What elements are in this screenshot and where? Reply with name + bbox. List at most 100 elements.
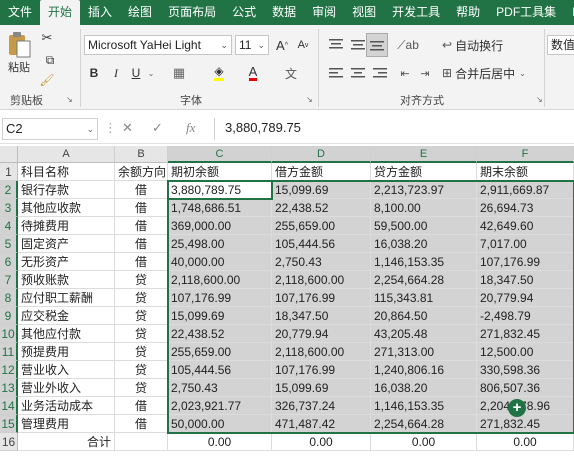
cell[interactable]: 0.00 — [477, 433, 574, 451]
cell[interactable]: 18,347.50 — [477, 271, 574, 289]
cell[interactable]: 59,500.00 — [371, 217, 477, 235]
cell[interactable]: 107,176.99 — [272, 289, 371, 307]
format-painter-button[interactable]: 🖌 — [38, 71, 56, 89]
ribbon-tab[interactable]: 文件 — [0, 0, 40, 25]
column-header-b[interactable]: B — [115, 146, 168, 163]
cell[interactable]: 借 — [115, 253, 168, 271]
cell[interactable]: 贷 — [115, 361, 168, 379]
row-header[interactable]: 3 — [0, 199, 18, 217]
formula-input[interactable]: 3,880,789.75 — [214, 118, 572, 140]
cell[interactable]: 营业外收入 — [18, 379, 115, 397]
cell[interactable]: 255,659.00 — [168, 343, 272, 361]
cell[interactable]: 471,487.42 — [272, 415, 371, 433]
fill-color-button[interactable]: ◈ — [206, 63, 232, 83]
cell[interactable]: 2,118,600.00 — [272, 343, 371, 361]
font-launcher-icon[interactable]: ↘ — [306, 95, 313, 104]
cell[interactable]: 借 — [115, 415, 168, 433]
cell[interactable]: 贷 — [115, 325, 168, 343]
ribbon-tab[interactable]: 插入 — [80, 0, 120, 25]
cell[interactable]: 42,649.60 — [477, 217, 574, 235]
copy-button[interactable]: ⧉ — [38, 51, 62, 69]
cell[interactable]: 107,176.99 — [272, 361, 371, 379]
cell[interactable]: 18,347.50 — [272, 307, 371, 325]
cell[interactable]: 16,038.20 — [371, 235, 477, 253]
cell[interactable]: 105,444.56 — [272, 235, 371, 253]
ribbon-tab[interactable]: 开始 — [40, 0, 81, 25]
cell[interactable]: 8,100.00 — [371, 199, 477, 217]
cell[interactable]: 22,438.52 — [168, 325, 272, 343]
cut-button[interactable]: ✂ — [38, 29, 56, 47]
cell[interactable]: 2,911,669.87 — [477, 181, 574, 199]
column-header-e[interactable]: E — [371, 146, 477, 163]
cell[interactable]: 其他应收款 — [18, 199, 115, 217]
align-center-button[interactable] — [348, 63, 368, 83]
cell[interactable]: 期末余额 — [477, 163, 574, 181]
row-header[interactable]: 12 — [0, 361, 18, 379]
cell[interactable]: 贷方金额 — [371, 163, 477, 181]
align-left-button[interactable] — [326, 63, 346, 83]
cell[interactable]: 科目名称 — [18, 163, 115, 181]
underline-button[interactable]: U — [128, 63, 144, 83]
number-format-select[interactable]: 数值 — [547, 35, 574, 55]
cell[interactable]: 2,213,723.97 — [371, 181, 477, 199]
cell[interactable]: 0.00 — [168, 433, 272, 451]
cell[interactable]: 2,118,600.00 — [168, 271, 272, 289]
cell[interactable]: 255,659.00 — [272, 217, 371, 235]
orientation-button[interactable]: ⟋ab — [396, 35, 420, 55]
cell[interactable]: 无形资产 — [18, 253, 115, 271]
cell[interactable]: -2,498.79 — [477, 307, 574, 325]
row-header[interactable]: 7 — [0, 271, 18, 289]
cell[interactable]: 2,750.43 — [168, 379, 272, 397]
cell[interactable]: 2,750.43 — [272, 253, 371, 271]
cell[interactable]: 15,099.69 — [168, 307, 272, 325]
align-middle-button[interactable] — [348, 35, 368, 55]
cell[interactable]: 期初余额 — [168, 163, 272, 181]
cell[interactable]: 20,779.94 — [477, 289, 574, 307]
cell[interactable]: 贷 — [115, 271, 168, 289]
cell[interactable]: 待摊费用 — [18, 217, 115, 235]
align-top-button[interactable] — [326, 35, 346, 55]
ribbon-tab[interactable]: 视图 — [344, 0, 384, 25]
cell[interactable]: 预提费用 — [18, 343, 115, 361]
cell[interactable]: 115,343.81 — [371, 289, 477, 307]
cell[interactable]: 固定资产 — [18, 235, 115, 253]
cell[interactable]: 2,254,664.28 — [371, 415, 477, 433]
select-all-corner[interactable] — [0, 146, 18, 163]
border-button[interactable]: ▦ — [166, 63, 192, 83]
cell[interactable]: 271,832.45 — [477, 415, 574, 433]
ribbon-tab[interactable]: 帮助 — [448, 0, 488, 25]
row-header[interactable]: 15 — [0, 415, 18, 433]
cell[interactable]: 1,146,153.35 — [371, 397, 477, 415]
bold-button[interactable]: B — [86, 63, 102, 83]
align-right-button[interactable] — [370, 63, 390, 83]
cell[interactable]: 50,000.00 — [168, 415, 272, 433]
cell[interactable]: 合计 — [18, 433, 115, 451]
ribbon-tab[interactable]: 数据 — [264, 0, 304, 25]
enter-icon[interactable]: ✓ — [152, 120, 163, 136]
align-bottom-button[interactable] — [366, 33, 388, 57]
column-header-a[interactable]: A — [18, 146, 115, 163]
name-box[interactable]: C2 ⌄ — [2, 118, 98, 140]
row-header[interactable]: 11 — [0, 343, 18, 361]
cell[interactable]: 22,438.52 — [272, 199, 371, 217]
cell[interactable]: 借 — [115, 199, 168, 217]
row-header[interactable]: 8 — [0, 289, 18, 307]
row-header[interactable]: 10 — [0, 325, 18, 343]
cell[interactable]: 26,694.73 — [477, 199, 574, 217]
cell[interactable]: 应付职工薪酬 — [18, 289, 115, 307]
decrease-indent-button[interactable]: ⇤ — [396, 63, 414, 83]
cell[interactable]: 0.00 — [272, 433, 371, 451]
cell[interactable]: 银行存款 — [18, 181, 115, 199]
cell[interactable]: 1,748,686.51 — [168, 199, 272, 217]
alignment-launcher-icon[interactable]: ↘ — [536, 95, 543, 104]
cell[interactable]: 2,023,921.77 — [168, 397, 272, 415]
cell[interactable]: 贷 — [115, 379, 168, 397]
cell[interactable]: 管理费用 — [18, 415, 115, 433]
column-header-c[interactable]: C — [168, 146, 272, 163]
merge-center-button[interactable]: ⊞ 合并后居中 ⌄ — [442, 63, 532, 83]
cell[interactable]: 15,099.69 — [272, 379, 371, 397]
paste-button[interactable]: 粘贴 — [4, 29, 34, 77]
cell[interactable]: 7,017.00 — [477, 235, 574, 253]
row-header[interactable]: 9 — [0, 307, 18, 325]
cell[interactable]: 806,507.36 — [477, 379, 574, 397]
